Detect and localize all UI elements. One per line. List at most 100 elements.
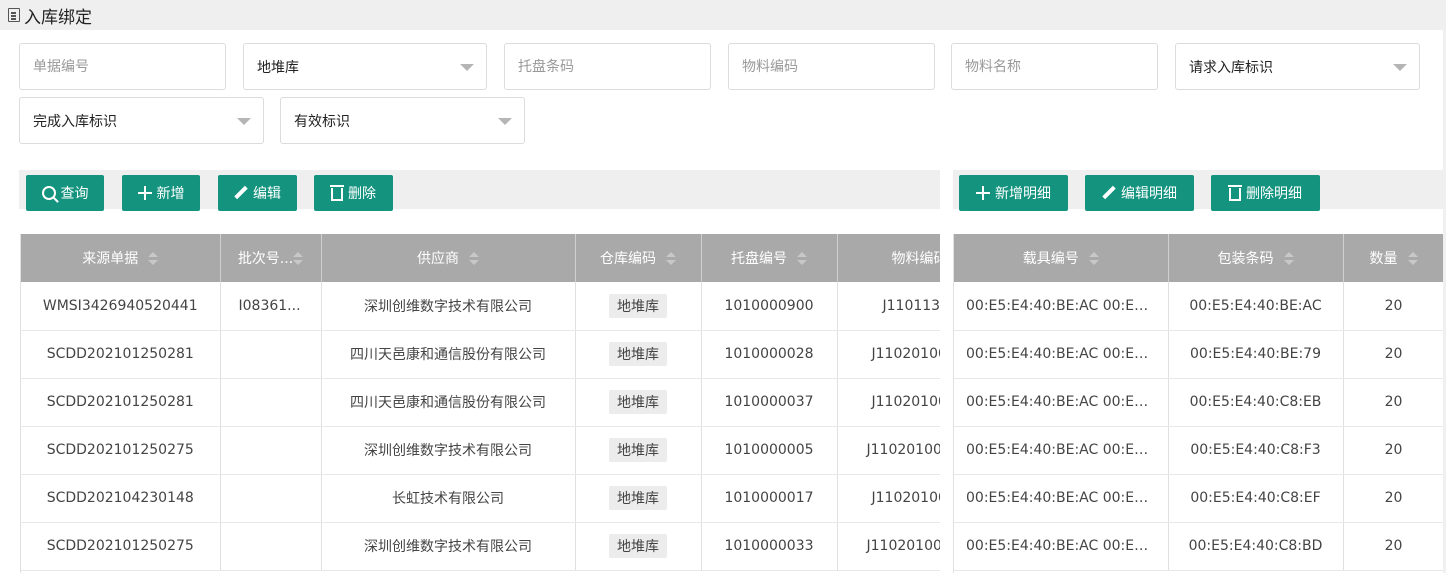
plus-icon	[137, 186, 152, 200]
material-code-input[interactable]	[742, 44, 934, 89]
carrier-no-cell: 00:E5:E4:40:BE:AC 00:E5:E4:40:C8:BD	[954, 522, 1169, 571]
table-row[interactable]: 00:E5:E4:40:BE:AC 00:E5:E4:40:C8:BD00:E5…	[954, 522, 1443, 571]
column-header[interactable]: 数量	[1343, 234, 1443, 282]
column-header[interactable]: 批次号...	[220, 234, 322, 282]
sort-icon[interactable]	[666, 252, 676, 266]
sort-icon[interactable]	[469, 252, 479, 266]
table-row[interactable]: SCDD202101250275 深圳创维数字技术有限公司 地堆库 101000000…	[21, 426, 940, 475]
table-row[interactable]: SCDD202101250281 四川天邑康和通信股份有限公司 地堆库 1010000…	[21, 378, 940, 427]
delete-detail-button[interactable]: 删除明细	[1211, 175, 1320, 211]
package-barcode-cell: 00:E5:E4:40:BE:AC	[1168, 282, 1344, 331]
valid-flag-select[interactable]: 有效标识	[280, 97, 525, 144]
quantity-cell: 20	[1343, 378, 1443, 427]
column-header-label: 来源单据	[82, 251, 139, 267]
column-header-label: 托盘编号	[731, 251, 787, 267]
warehouse-tag: 地堆库	[609, 390, 667, 414]
sort-icon[interactable]	[1407, 252, 1418, 266]
pallet-no-cell: 1010000017	[701, 474, 838, 523]
dropdown-caret-icon	[460, 64, 474, 71]
sort-icon[interactable]	[797, 252, 807, 266]
warehouse-code-cell: 地堆库	[575, 282, 702, 331]
valid-flag-select-value: 有效标识	[294, 113, 350, 130]
material-name-input[interactable]	[965, 44, 1157, 89]
table-row[interactable]: 00:E5:E4:40:BE:AC 00:E5:E4:40:C8:EF00:E5…	[954, 474, 1443, 523]
plus-icon	[976, 186, 990, 200]
supplier-cell: 四川天邑康和通信股份有限公司	[321, 378, 576, 427]
warehouse-code-cell: 地堆库	[575, 522, 702, 571]
column-header[interactable]: 载具编号	[954, 234, 1169, 282]
page-header: 入库绑定	[0, 0, 1446, 30]
column-header-label: 载具编号	[1022, 251, 1079, 267]
column-header[interactable]: 仓库编码	[575, 234, 702, 282]
pallet-barcode-input[interactable]	[518, 44, 710, 89]
page-title: 入库绑定	[24, 7, 92, 28]
delete-button[interactable]: 删除	[314, 175, 393, 211]
edit-detail-button[interactable]: 编辑明细	[1085, 175, 1194, 211]
warehouse-code-cell: 地堆库	[575, 330, 702, 379]
material-code-field[interactable]	[728, 43, 935, 90]
material-code-cell: J1102010025	[837, 378, 940, 427]
warehouse-code-cell: 地堆库	[575, 426, 702, 475]
table-row[interactable]: 00:E5:E4:40:BE:AC 00:E5:E4:40:BE:7900:E5…	[954, 330, 1443, 379]
package-barcode-cell: 00:E5:E4:40:C8:BD	[1168, 522, 1344, 571]
column-header[interactable]: 来源单据	[21, 234, 221, 282]
document-icon	[8, 8, 20, 22]
table-row[interactable]: SCDD202101250275 深圳创维数字技术有限公司 地堆库 101000003…	[21, 522, 940, 571]
sort-icon[interactable]	[293, 252, 304, 266]
table-row[interactable]: 00:E5:E4:40:BE:AC 00:E5:E4:40:C8:F300:E5…	[954, 426, 1443, 475]
detail-table-header: 载具编号 包装条码 数量	[954, 234, 1443, 282]
main-table-header: 来源单据 批次号... 供应商 仓库编码 托盘编号 物料编码	[21, 234, 940, 282]
table-row[interactable]: SCDD202104230148 长虹技术有限公司 地堆库 1010000017 J11…	[21, 474, 940, 523]
source-doc-cell: SCDD202101250275	[21, 426, 221, 475]
supplier-cell: 深圳创维数字技术有限公司	[321, 282, 576, 331]
column-header[interactable]: 物料编码	[837, 234, 940, 282]
request-flag-select[interactable]: 请求入库标识	[1175, 43, 1420, 90]
warehouse-select[interactable]: 地堆库	[243, 43, 487, 90]
table-row[interactable]: SCDD202101250281 四川天邑康和通信股份有限公司 地堆库 1010000…	[21, 330, 940, 379]
carrier-no-cell: 00:E5:E4:40:BE:AC 00:E5:E4:40:BE:AC	[954, 282, 1169, 331]
column-header[interactable]: 供应商	[321, 234, 576, 282]
sort-icon[interactable]	[148, 252, 159, 266]
carrier-no-cell: 00:E5:E4:40:BE:AC 00:E5:E4:40:C8:EB	[954, 378, 1169, 427]
warehouse-select-value: 地堆库	[257, 59, 299, 76]
add-detail-button[interactable]: 新增明细	[959, 175, 1068, 211]
sort-icon[interactable]	[1088, 252, 1099, 266]
search-icon	[41, 186, 56, 200]
column-header-label: 仓库编码	[600, 251, 656, 267]
carrier-no-cell: 00:E5:E4:40:BE:AC 00:E5:E4:40:C8:F3	[954, 426, 1169, 475]
pallet-no-cell: 1010000033	[701, 522, 838, 571]
carrier-no-cell: 00:E5:E4:40:BE:AC 00:E5:E4:40:BE:79	[954, 330, 1169, 379]
warehouse-tag: 地堆库	[609, 342, 667, 366]
column-header[interactable]: 托盘编号	[701, 234, 838, 282]
batch-no-cell	[220, 522, 322, 571]
warehouse-code-cell: 地堆库	[575, 474, 702, 523]
add-button[interactable]: 新增	[122, 175, 200, 211]
column-header-label: 数量	[1369, 251, 1398, 267]
sort-icon[interactable]	[1283, 252, 1294, 266]
column-header-label: 供应商	[417, 251, 459, 267]
doc-no-field[interactable]	[19, 43, 226, 90]
pallet-no-cell: 1010000028	[701, 330, 838, 379]
trash-icon	[330, 185, 344, 201]
material-name-field[interactable]	[951, 43, 1158, 90]
pallet-no-cell: 1010000037	[701, 378, 838, 427]
complete-flag-select[interactable]: 完成入库标识	[19, 97, 264, 144]
carrier-no-cell: 00:E5:E4:40:BE:AC 00:E5:E4:40:C8:EF	[954, 474, 1169, 523]
package-barcode-cell: 00:E5:E4:40:C8:EF	[1168, 474, 1344, 523]
doc-no-input[interactable]	[33, 44, 225, 89]
pallet-no-cell: 1010000005	[701, 426, 838, 475]
supplier-cell: 深圳创维数字技术有限公司	[321, 426, 576, 475]
main-table: 来源单据 批次号... 供应商 仓库编码 托盘编号 物料编码 WMSI34269…	[20, 234, 940, 573]
quantity-cell: 20	[1343, 426, 1443, 475]
warehouse-tag: 地堆库	[609, 293, 667, 318]
column-header[interactable]: 包装条码	[1168, 234, 1344, 282]
material-code-cell: J1102010025	[837, 330, 940, 379]
table-row[interactable]: 00:E5:E4:40:BE:AC 00:E5:E4:40:C8:EB00:E5…	[954, 378, 1443, 427]
table-row[interactable]: 00:E5:E4:40:BE:AC 00:E5:E4:40:BE:AC00:E5…	[954, 282, 1443, 331]
quantity-cell: 20	[1343, 330, 1443, 379]
table-row[interactable]: WMSI3426940520441 I08361... 深圳创维数字技术有限公司 地堆…	[21, 282, 940, 331]
query-button[interactable]: 查询	[26, 175, 104, 211]
pallet-barcode-field[interactable]	[504, 43, 711, 90]
material-code-cell: J1101130	[837, 282, 940, 331]
edit-button[interactable]: 编辑	[218, 175, 297, 211]
